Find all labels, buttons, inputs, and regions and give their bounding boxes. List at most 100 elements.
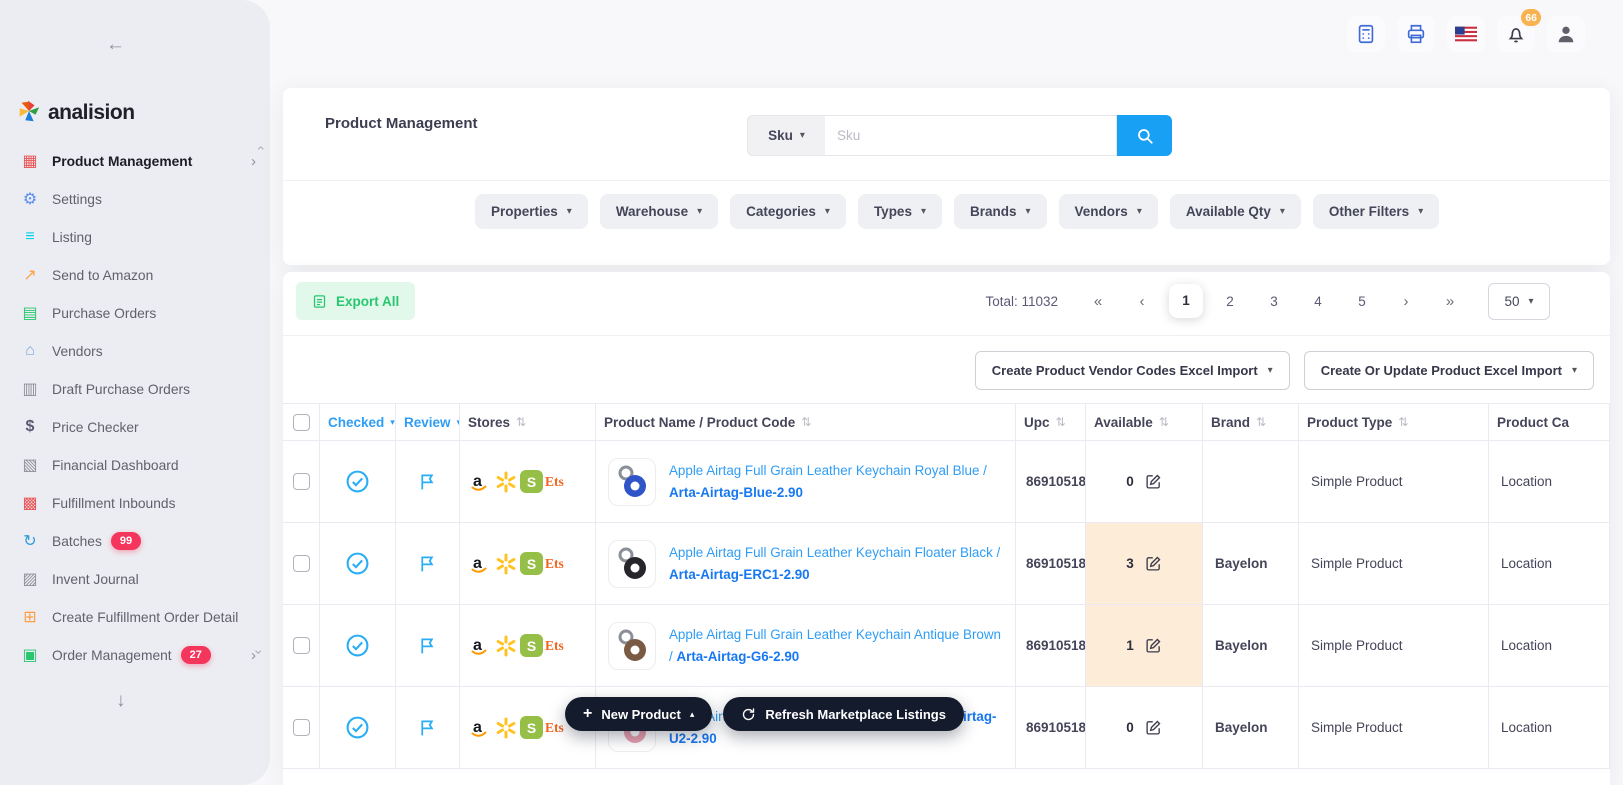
sidebar-collapse-button[interactable]: ← xyxy=(106,34,125,56)
product-link[interactable]: Apple Airtag Full Grain Leather Keychain… xyxy=(669,460,1003,503)
shopify-store-icon[interactable]: S xyxy=(520,634,543,657)
sidebar-item-product-management[interactable]: ▦ Product Management › xyxy=(0,142,270,180)
etsy-store-icon[interactable]: Ets xyxy=(545,638,567,654)
check-circle-icon[interactable] xyxy=(345,469,370,494)
page-size-select[interactable]: 50 ▾ xyxy=(1488,282,1550,320)
brand-cell: Bayelon xyxy=(1203,605,1299,687)
sidebar-item-financial-dashboard[interactable]: ▧ Financial Dashboard xyxy=(0,446,270,484)
shopify-store-icon[interactable]: S xyxy=(520,552,543,575)
search-input[interactable] xyxy=(825,115,1117,156)
filter-brands[interactable]: Brands ▾ xyxy=(953,194,1047,229)
calculator-button[interactable] xyxy=(1347,16,1385,52)
filter-types[interactable]: Types ▾ xyxy=(857,194,942,229)
app-logo[interactable]: analision xyxy=(16,98,135,127)
filter-available-qty[interactable]: Available Qty ▾ xyxy=(1169,194,1301,229)
etsy-store-icon[interactable]: Ets xyxy=(545,720,567,736)
search-icon xyxy=(1137,128,1153,144)
nav-scroll-up-caret[interactable]: › xyxy=(252,146,268,151)
notifications-button[interactable]: 66 xyxy=(1497,7,1543,52)
user-menu-button[interactable] xyxy=(1547,16,1585,52)
column-header-review[interactable]: Review▾ xyxy=(396,403,460,441)
column-header-upc[interactable]: Upc ⇅ xyxy=(1016,403,1086,441)
product-link[interactable]: Apple Airtag Full Grain Leather Keychain… xyxy=(669,542,1003,585)
sidebar-item-price-checker[interactable]: $ Price Checker xyxy=(0,408,270,446)
checked-cell xyxy=(320,523,396,605)
filter-other-filters[interactable]: Other Filters ▾ xyxy=(1312,194,1440,229)
first-page-button[interactable]: « xyxy=(1076,293,1120,310)
amazon-store-icon[interactable]: a xyxy=(466,469,491,494)
sidebar-item-batches[interactable]: ↻ Batches 99 xyxy=(0,522,270,560)
product-link[interactable]: Apple Airtag Full Grain Leather Keychain… xyxy=(669,624,1003,667)
create-product-vendor-codes-import-button[interactable]: Create Product Vendor Codes Excel Import… xyxy=(974,351,1290,390)
edit-qty-icon[interactable] xyxy=(1145,555,1162,572)
sidebar-item-order-management[interactable]: ▣ Order Management 27 › xyxy=(0,636,270,674)
page-button-1[interactable]: 1 xyxy=(1169,284,1203,318)
shopify-store-icon[interactable]: S xyxy=(520,716,543,739)
check-circle-icon[interactable] xyxy=(345,633,370,658)
new-product-button[interactable]: + New Product ▴ xyxy=(565,697,713,731)
walmart-store-icon[interactable] xyxy=(493,469,518,494)
create-or-update-product-import-button[interactable]: Create Or Update Product Excel Import ▾ xyxy=(1303,351,1594,390)
row-checkbox[interactable] xyxy=(292,473,310,490)
prev-page-button[interactable]: ‹ xyxy=(1120,293,1164,310)
sidebar-item-invent-journal[interactable]: ▨ Invent Journal xyxy=(0,560,270,598)
next-page-button[interactable]: › xyxy=(1384,293,1428,310)
print-button[interactable] xyxy=(1397,16,1435,52)
sidebar-item-draft-purchase-orders[interactable]: ▥ Draft Purchase Orders xyxy=(0,370,270,408)
flag-icon[interactable] xyxy=(417,635,438,656)
edit-qty-icon[interactable] xyxy=(1145,473,1162,490)
amazon-store-icon[interactable]: a xyxy=(466,633,491,658)
page-button-5[interactable]: 5 xyxy=(1340,294,1384,309)
column-header-stores[interactable]: Stores ⇅ xyxy=(460,403,596,441)
edit-qty-icon[interactable] xyxy=(1145,719,1162,736)
walmart-store-icon[interactable] xyxy=(493,633,518,658)
scroll-down-button[interactable]: ↓ xyxy=(116,690,126,712)
column-header-brand[interactable]: Brand ⇅ xyxy=(1203,403,1299,441)
page-button-4[interactable]: 4 xyxy=(1296,294,1340,309)
etsy-store-icon[interactable]: Ets xyxy=(545,474,567,490)
sidebar: ← analision ▦ Product Management › ⚙ Set… xyxy=(0,0,270,785)
column-header-checked[interactable]: Checked ▾ xyxy=(320,403,396,441)
row-checkbox[interactable] xyxy=(292,637,310,654)
flag-icon[interactable] xyxy=(417,471,438,492)
sidebar-item-listing[interactable]: ≡ Listing xyxy=(0,218,270,256)
flag-icon[interactable] xyxy=(417,717,438,738)
column-header-product[interactable]: Product Name / Product Code ⇅ xyxy=(596,403,1016,441)
search-button[interactable] xyxy=(1117,115,1172,156)
walmart-store-icon[interactable] xyxy=(493,715,518,740)
select-all-checkbox[interactable] xyxy=(292,413,310,431)
brand-cell xyxy=(1203,441,1299,523)
page-button-3[interactable]: 3 xyxy=(1252,294,1296,309)
sidebar-item-purchase-orders[interactable]: ▤ Purchase Orders xyxy=(0,294,270,332)
sidebar-item-create-fulfillment-order-detail[interactable]: ⊞ Create Fulfillment Order Detail xyxy=(0,598,270,636)
shopify-store-icon[interactable]: S xyxy=(520,470,543,493)
etsy-store-icon[interactable]: Ets xyxy=(545,556,567,572)
sidebar-item-fulfillment-inbounds[interactable]: ▩ Fulfillment Inbounds xyxy=(0,484,270,522)
check-circle-icon[interactable] xyxy=(345,715,370,740)
row-checkbox[interactable] xyxy=(292,719,310,736)
column-header-product-type[interactable]: Product Type ⇅ xyxy=(1299,403,1489,441)
column-header-product-category[interactable]: Product Ca xyxy=(1489,403,1610,441)
last-page-button[interactable]: » xyxy=(1428,293,1472,310)
filter-warehouse[interactable]: Warehouse ▾ xyxy=(599,194,719,229)
page-button-2[interactable]: 2 xyxy=(1208,294,1252,309)
filter-properties[interactable]: Properties ▾ xyxy=(475,194,588,229)
refresh-marketplace-listings-button[interactable]: Refresh Marketplace Listings xyxy=(723,697,964,731)
filter-categories[interactable]: Categories ▾ xyxy=(730,194,846,229)
flag-icon[interactable] xyxy=(417,553,438,574)
sidebar-item-vendors[interactable]: ⌂ Vendors xyxy=(0,332,270,370)
walmart-store-icon[interactable] xyxy=(493,551,518,576)
language-flag-button[interactable] xyxy=(1447,16,1485,52)
search-field-selector[interactable]: Sku ▾ xyxy=(747,115,825,156)
export-all-button[interactable]: Export All xyxy=(296,282,416,320)
column-header-available[interactable]: Available ⇅ xyxy=(1086,403,1203,441)
edit-qty-icon[interactable] xyxy=(1145,637,1162,654)
check-circle-icon[interactable] xyxy=(345,551,370,576)
filter-vendors[interactable]: Vendors ▾ xyxy=(1058,194,1158,229)
sidebar-item-send-to-amazon[interactable]: ↗ Send to Amazon xyxy=(0,256,270,294)
amazon-store-icon[interactable]: a xyxy=(466,551,491,576)
row-checkbox[interactable] xyxy=(292,555,310,572)
sidebar-item-settings[interactable]: ⚙ Settings xyxy=(0,180,270,218)
amazon-store-icon[interactable]: a xyxy=(466,715,491,740)
nav-scroll-down-caret[interactable]: › xyxy=(252,650,268,655)
